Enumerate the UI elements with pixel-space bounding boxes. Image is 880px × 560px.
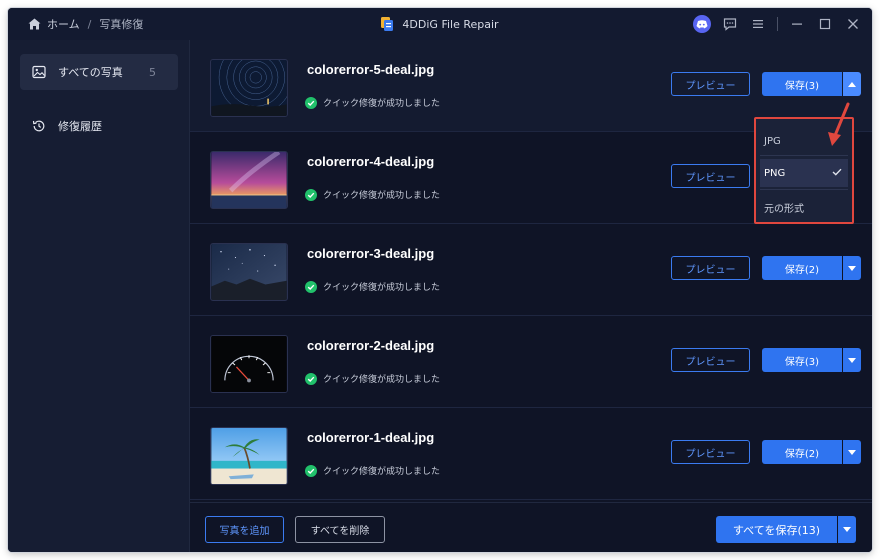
file-row: colorerror-1-deal.jpg クイック修復が成功しました プレビュ… [190,408,872,500]
file-list: colorerror-5-deal.jpg クイック修復が成功しました プレビュ… [190,40,872,502]
history-icon [32,120,45,132]
file-thumbnail [210,59,288,117]
file-thumbnail [210,151,288,209]
beach-palm-image [211,428,287,484]
breadcrumb: ホーム / 写真修復 [28,8,143,40]
status-text: クイック修復が成功しました [323,99,441,109]
file-name: colorerror-4-deal.jpg [307,154,435,169]
save-button[interactable]: 保存(3) [762,348,842,372]
delete-all-button[interactable]: すべてを削除 [295,516,385,543]
save-format-dropdown[interactable] [843,72,861,96]
repair-status: クイック修復が成功しました [305,280,440,293]
annotation-arrow-icon [828,102,850,146]
save-format-dropdown[interactable] [843,256,861,280]
save-all-button[interactable]: すべてを保存(13) [716,516,837,543]
footer-bar: 写真を追加 すべてを削除 すべてを保存(13) [190,502,872,552]
window-controls [693,8,862,40]
file-thumbnail [210,335,288,393]
sidebar-item-all-photos[interactable]: すべての写真 5 [20,54,178,90]
menu-item-png[interactable]: PNG [760,159,848,187]
minimize-icon[interactable] [788,15,806,33]
menu-divider [760,155,848,156]
menu-item-original[interactable]: 元の形式 [756,193,852,221]
discord-icon[interactable] [693,15,711,33]
starry-sky-image [211,244,287,300]
preview-button[interactable]: プレビュー [671,72,750,96]
save-button[interactable]: 保存(3) [762,72,842,96]
success-check-icon [305,96,317,109]
app-window: ホーム / 写真修復 4DDiG File Repair すべての写真 5 修復… [8,8,872,552]
file-thumbnail [210,243,288,301]
sidebar-item-label: 修復履歴 [58,120,102,133]
repair-status: クイック修復が成功しました [305,188,440,201]
file-thumbnail [210,427,288,485]
file-name: colorerror-2-deal.jpg [307,338,435,353]
success-check-icon [305,464,317,477]
file-row: colorerror-3-deal.jpg クイック修復が成功しました プレビュ… [190,224,872,316]
repair-status: クイック修復が成功しました [305,464,440,477]
sidebar-item-history[interactable]: 修復履歴 [20,108,178,144]
menu-icon[interactable] [749,15,767,33]
feedback-icon[interactable] [721,15,739,33]
repair-status: クイック修復が成功しました [305,372,440,385]
preview-button[interactable]: プレビュー [671,348,750,372]
status-text: クイック修復が成功しました [323,191,441,201]
preview-button[interactable]: プレビュー [671,256,750,280]
chevron-up-icon [848,81,856,87]
chevron-down-icon [843,527,851,532]
menu-item-label: PNG [764,167,786,179]
success-check-icon [305,188,317,201]
save-button[interactable]: 保存(2) [762,440,842,464]
preview-button[interactable]: プレビュー [671,440,750,464]
file-row: colorerror-2-deal.jpg クイック修復が成功しました プレビュ… [190,316,872,408]
save-format-dropdown[interactable] [843,348,861,372]
success-check-icon [305,372,317,385]
save-all-dropdown[interactable] [838,516,856,543]
repair-status: クイック修復が成功しました [305,96,440,109]
maximize-icon[interactable] [816,15,834,33]
file-name: colorerror-3-deal.jpg [307,246,435,261]
app-logo-icon [381,16,394,31]
status-text: クイック修復が成功しました [323,467,441,477]
image-icon [32,65,46,79]
status-text: クイック修復が成功しました [323,375,441,385]
breadcrumb-home[interactable]: ホーム [47,16,80,32]
sidebar: すべての写真 5 修復履歴 [8,40,190,552]
check-icon [832,168,842,176]
add-photo-button[interactable]: 写真を追加 [205,516,284,543]
star-trails-image [211,60,287,116]
title-bar: ホーム / 写真修復 4DDiG File Repair [8,8,872,40]
chevron-down-icon [848,265,856,271]
photo-count: 5 [149,65,156,79]
chevron-down-icon [848,357,856,363]
close-icon[interactable] [844,15,862,33]
file-name: colorerror-1-deal.jpg [307,430,435,445]
home-icon[interactable] [28,18,41,30]
sidebar-item-label: すべての写真 [58,66,123,79]
save-format-dropdown[interactable] [843,440,861,464]
save-button[interactable]: 保存(2) [762,256,842,280]
app-title-text: 4DDiG File Repair [402,17,499,31]
status-text: クイック修復が成功しました [323,283,441,293]
file-name: colorerror-5-deal.jpg [307,62,435,77]
milky-way-sunset-image [211,152,287,208]
success-check-icon [305,280,317,293]
menu-divider [760,189,848,190]
chevron-down-icon [848,449,856,455]
breadcrumb-separator: / [87,17,92,31]
speedometer-image [211,336,287,392]
breadcrumb-current: 写真修復 [99,18,144,31]
preview-button[interactable]: プレビュー [671,164,750,188]
divider [777,17,778,31]
